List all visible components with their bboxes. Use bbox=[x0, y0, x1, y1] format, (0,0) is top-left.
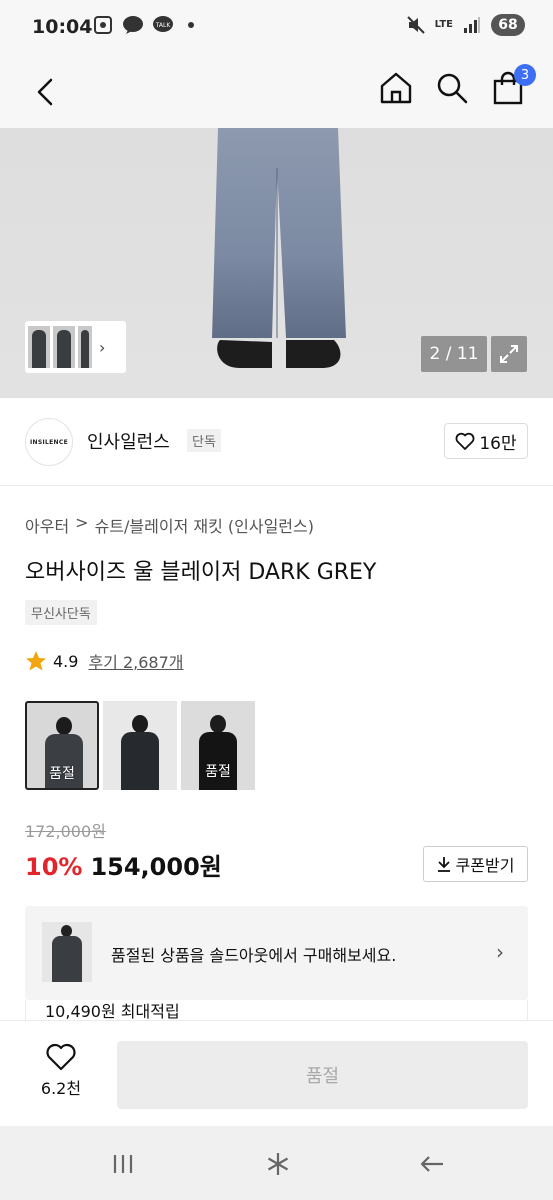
price-row: 10% 154,000원 bbox=[25, 847, 222, 882]
chat-bubble-icon bbox=[122, 14, 144, 36]
fullscreen-button[interactable] bbox=[491, 336, 527, 372]
back-nav-button[interactable] bbox=[412, 1144, 452, 1184]
brand-name[interactable]: 인사일런스 bbox=[87, 428, 170, 454]
color-option[interactable]: 품절 bbox=[181, 701, 255, 790]
breadcrumb-category[interactable]: 아우터 bbox=[25, 513, 69, 537]
thumbnail-strip[interactable]: › bbox=[25, 321, 126, 373]
wishlist-button[interactable]: 6.2천 bbox=[28, 1043, 94, 1109]
action-bar: 6.2천 품절 bbox=[0, 1020, 553, 1126]
chevron-left-icon bbox=[37, 78, 53, 106]
status-time: 10:04 bbox=[32, 16, 93, 38]
heart-icon bbox=[455, 432, 475, 450]
brand-like-button[interactable]: 16만 bbox=[444, 423, 528, 459]
exclusive-tag: 단독 bbox=[187, 429, 221, 452]
coupon-button[interactable]: 쿠폰받기 bbox=[423, 846, 528, 882]
discount-rate: 10% bbox=[25, 853, 83, 881]
musinsa-exclusive-tag: 무신사단독 bbox=[25, 600, 97, 625]
app-header: 3 bbox=[0, 56, 553, 128]
banner-thumbnail bbox=[42, 922, 92, 982]
product-photo bbox=[212, 128, 346, 368]
soldout-label: 품절 bbox=[49, 766, 75, 782]
download-icon bbox=[437, 857, 450, 872]
color-options: 품절 품절 bbox=[25, 701, 255, 790]
rating-row: 4.9 후기 2,687개 bbox=[25, 649, 184, 673]
system-navigation-bar bbox=[0, 1126, 553, 1200]
star-icon bbox=[26, 651, 46, 671]
product-title: 오버사이즈 울 블레이저 DARK GREY bbox=[25, 560, 377, 585]
svg-text:TALK: TALK bbox=[155, 22, 172, 29]
mute-icon bbox=[405, 14, 427, 36]
battery-indicator: 68 bbox=[491, 14, 525, 36]
breadcrumb: 아우터 > 슈트/블레이저 재킷 (인사일런스) bbox=[25, 513, 314, 537]
home-nav-button[interactable] bbox=[258, 1144, 298, 1184]
mini-thumbnail[interactable] bbox=[28, 326, 50, 368]
talk-icon: TALK bbox=[152, 14, 174, 36]
recent-apps-icon bbox=[113, 1155, 133, 1173]
recent-apps-button[interactable] bbox=[103, 1144, 143, 1184]
home-button[interactable] bbox=[376, 68, 416, 108]
coupon-label: 쿠폰받기 bbox=[455, 856, 515, 875]
search-icon bbox=[437, 73, 468, 104]
wishlist-count: 6.2천 bbox=[40, 1079, 82, 1098]
option-photo bbox=[119, 715, 161, 790]
screenshot-icon bbox=[92, 14, 114, 36]
asterisk-home-icon bbox=[267, 1153, 289, 1175]
network-label: LTE bbox=[434, 19, 453, 30]
brand-logo[interactable]: INSILENCE bbox=[25, 418, 73, 466]
brand-like-count: 16만 bbox=[479, 433, 517, 454]
points-card: 10,490원 최대적립 bbox=[25, 1000, 528, 1022]
expand-icon bbox=[500, 345, 518, 363]
color-option[interactable]: 품절 bbox=[25, 701, 99, 790]
rating-score: 4.9 bbox=[53, 651, 79, 671]
status-right: LTE 68 bbox=[405, 14, 525, 36]
mini-thumbnail[interactable] bbox=[78, 326, 92, 368]
points-text: 10,490원 최대적립 bbox=[45, 1002, 180, 1021]
soldout-banner[interactable]: 품절된 상품을 솔드아웃에서 구매해보세요. › bbox=[25, 906, 528, 1000]
arrow-left-icon bbox=[420, 1156, 443, 1172]
cart-button[interactable]: 3 bbox=[488, 64, 536, 108]
back-button[interactable] bbox=[28, 72, 62, 112]
chevron-right-icon: › bbox=[99, 337, 106, 357]
home-icon bbox=[380, 72, 412, 104]
soldout-label: 품절 bbox=[205, 764, 231, 780]
signal-icon bbox=[461, 14, 483, 36]
cart-count-badge: 3 bbox=[514, 64, 536, 86]
color-option[interactable] bbox=[103, 701, 177, 790]
chevron-right-icon: › bbox=[496, 940, 504, 964]
search-button[interactable] bbox=[432, 68, 472, 108]
more-notifications-dot bbox=[188, 22, 194, 28]
notification-icons: TALK bbox=[92, 14, 194, 36]
status-bar: 10:04 TALK LTE 68 bbox=[0, 0, 553, 56]
sale-price: 154,000원 bbox=[90, 853, 222, 881]
mini-thumbnail[interactable] bbox=[53, 326, 75, 368]
image-counter: 2 / 11 bbox=[421, 336, 487, 372]
banner-text: 품절된 상품을 솔드아웃에서 구매해보세요. bbox=[111, 946, 397, 965]
brand-row: INSILENCE 인사일런스 단독 16만 bbox=[0, 398, 553, 486]
product-image[interactable]: › 2 / 11 bbox=[0, 128, 553, 398]
review-count-link[interactable]: 후기 2,687개 bbox=[88, 649, 183, 673]
breadcrumb-subcategory[interactable]: 슈트/블레이저 재킷 (인사일런스) bbox=[95, 513, 314, 537]
soldout-button[interactable]: 품절 bbox=[117, 1041, 528, 1109]
original-price: 172,000원 bbox=[25, 822, 106, 841]
heart-icon bbox=[46, 1043, 76, 1071]
breadcrumb-separator: > bbox=[75, 513, 89, 532]
